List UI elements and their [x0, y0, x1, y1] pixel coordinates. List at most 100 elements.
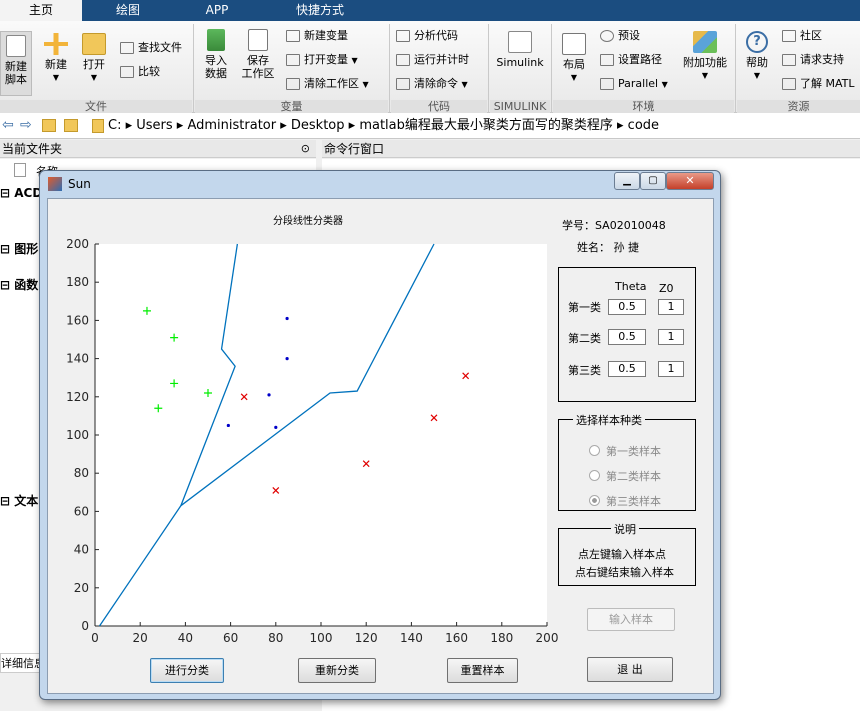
run-and-time-label: 运行并计时: [414, 53, 469, 66]
breadcrumb-users[interactable]: Users: [136, 118, 172, 133]
input-samples-button[interactable]: 输入样本: [587, 608, 675, 631]
simulink-button[interactable]: Simulink: [494, 31, 546, 69]
radio-class1-icon: [589, 445, 600, 456]
preferences-button[interactable]: 预设: [600, 27, 640, 45]
radio-class2[interactable]: 第二类样本: [589, 468, 661, 484]
save-workspace-button[interactable]: 保存 工作区: [238, 29, 278, 80]
folder-icon: [82, 33, 106, 55]
addons-dropdown-icon: ▼: [701, 71, 709, 80]
open-variable-dropdown-icon: ▼: [351, 56, 358, 65]
addons-button[interactable]: 附加功能 ▼: [680, 31, 730, 82]
radio-class1-label: 第一类样本: [606, 445, 661, 458]
import-data-button[interactable]: 导入 数据: [200, 29, 232, 80]
group-label-code: 代码: [391, 100, 487, 113]
new-plus-icon: [44, 33, 68, 55]
layout-label: 布局: [563, 58, 585, 71]
analyze-code-button[interactable]: 分析代码: [396, 27, 458, 45]
class3-sample-point: [240, 393, 248, 401]
clear-workspace-button[interactable]: 清除工作区 ▼: [286, 75, 369, 93]
radio-class3[interactable]: 第三类样本: [589, 493, 661, 509]
class3-sample-point: [462, 372, 470, 380]
group-label-variable: 变量: [195, 100, 388, 113]
new-variable-button[interactable]: 新建变量: [286, 27, 348, 45]
class2-z0-input[interactable]: 1: [658, 329, 684, 345]
class1-theta-input[interactable]: 0.5: [608, 299, 646, 315]
help-button[interactable]: ? 帮助 ▼: [740, 31, 774, 82]
breadcrumb: C: ▸ Users ▸ Administrator ▸ Desktop ▸ m…: [108, 118, 660, 133]
compare-button[interactable]: 比较: [120, 63, 160, 81]
learn-matlab-button[interactable]: 了解 MATL: [782, 75, 855, 93]
classify-button[interactable]: 进行分类: [150, 658, 224, 683]
section-text-label: 文本: [14, 494, 39, 508]
close-button[interactable]: ✕: [666, 172, 714, 190]
section-text[interactable]: ⊟ 文本: [0, 492, 38, 509]
class3-z0-input[interactable]: 1: [658, 361, 684, 377]
sample-type-title: 选择样本种类: [573, 412, 645, 428]
minimize-button[interactable]: ▁: [614, 172, 640, 190]
breadcrumb-administrator[interactable]: Administrator: [187, 118, 276, 133]
group-label-resources: 资源: [737, 100, 860, 113]
details-toggle[interactable]: 详细信息: [0, 653, 40, 673]
learn-matlab-label: 了解 MATL: [800, 77, 855, 90]
new-script-button[interactable]: 新建 脚本: [0, 31, 32, 96]
ribbon-separator: [488, 24, 489, 112]
class1-label: 第一类: [568, 301, 601, 314]
tab-apps[interactable]: APP: [174, 0, 260, 21]
breadcrumb-desktop[interactable]: Desktop: [291, 118, 345, 133]
panel-menu-icon[interactable]: ⊙: [301, 140, 310, 158]
breadcrumb-project[interactable]: matlab编程最大最小聚类方面写的聚类程序: [359, 118, 613, 133]
set-path-button[interactable]: 设置路径: [600, 51, 662, 69]
reclassify-button[interactable]: 重新分类: [298, 658, 376, 683]
request-support-button[interactable]: 请求支持: [782, 51, 844, 69]
boundary-line-1: [98, 243, 239, 627]
student-name: 姓名： 孙 捷: [577, 241, 639, 254]
request-support-label: 请求支持: [800, 53, 844, 66]
tab-plots[interactable]: 绘图: [85, 0, 171, 21]
exit-button[interactable]: 退 出: [587, 657, 673, 682]
find-files-button[interactable]: 查找文件: [120, 39, 182, 57]
new-button[interactable]: 新建 ▼: [40, 33, 72, 84]
import-data-label: 导入 数据: [205, 54, 227, 80]
figure-client-area: 分段线性分类器 0 20 40 60 80 100 120 140 160 180 200 0 20 40…: [47, 198, 714, 694]
tab-shortcuts[interactable]: 快捷方式: [263, 0, 377, 21]
new-dropdown-icon: ▼: [52, 73, 60, 82]
open-variable-button[interactable]: 打开变量 ▼: [286, 51, 358, 69]
layout-icon: [562, 33, 586, 55]
figure-title: Sun: [68, 177, 91, 191]
forward-arrow-icon[interactable]: ⇨: [20, 117, 32, 133]
section-graphics-label: 图形: [14, 242, 39, 256]
breadcrumb-c[interactable]: C:: [108, 118, 121, 133]
open-button[interactable]: 打开 ▼: [78, 33, 110, 84]
save-workspace-label: 保存 工作区: [241, 54, 275, 80]
layout-button[interactable]: 布局 ▼: [558, 33, 590, 84]
x-tick-label: 20: [133, 631, 148, 645]
up-folder-icon[interactable]: [42, 119, 56, 132]
class3-theta-input[interactable]: 0.5: [608, 361, 646, 377]
help-dropdown-icon: ▼: [753, 71, 761, 80]
reset-samples-button[interactable]: 重置样本: [447, 658, 518, 683]
ribbon-separator: [389, 24, 390, 112]
radio-class1[interactable]: 第一类样本: [589, 443, 661, 459]
x-tick-label: 160: [445, 631, 468, 645]
breadcrumb-code[interactable]: code: [628, 118, 659, 133]
browse-folder-icon[interactable]: [64, 119, 78, 132]
section-acd[interactable]: ⊟ ACD: [0, 186, 42, 200]
parallel-icon: [600, 78, 614, 90]
tab-home[interactable]: 主页: [0, 0, 82, 21]
class1-sample-point: [154, 404, 163, 413]
clear-commands-button[interactable]: 清除命令 ▼: [396, 75, 468, 93]
y-tick-label: 0: [81, 619, 89, 633]
section-functions[interactable]: ⊟ 函数: [0, 276, 38, 293]
x-tick-label: 0: [91, 631, 99, 645]
back-arrow-icon[interactable]: ⇦: [2, 117, 14, 133]
class2-theta-input[interactable]: 0.5: [608, 329, 646, 345]
x-tick-label: 60: [223, 631, 238, 645]
parallel-button[interactable]: Parallel ▼: [600, 75, 668, 93]
class1-z0-input[interactable]: 1: [658, 299, 684, 315]
maximize-button[interactable]: ▢: [640, 172, 666, 190]
section-graphics[interactable]: ⊟ 图形: [0, 240, 38, 257]
class2-sample-point: [267, 393, 271, 397]
run-and-time-button[interactable]: 运行并计时: [396, 51, 469, 69]
community-button[interactable]: 社区: [782, 27, 822, 45]
x-tick-label: 80: [268, 631, 283, 645]
